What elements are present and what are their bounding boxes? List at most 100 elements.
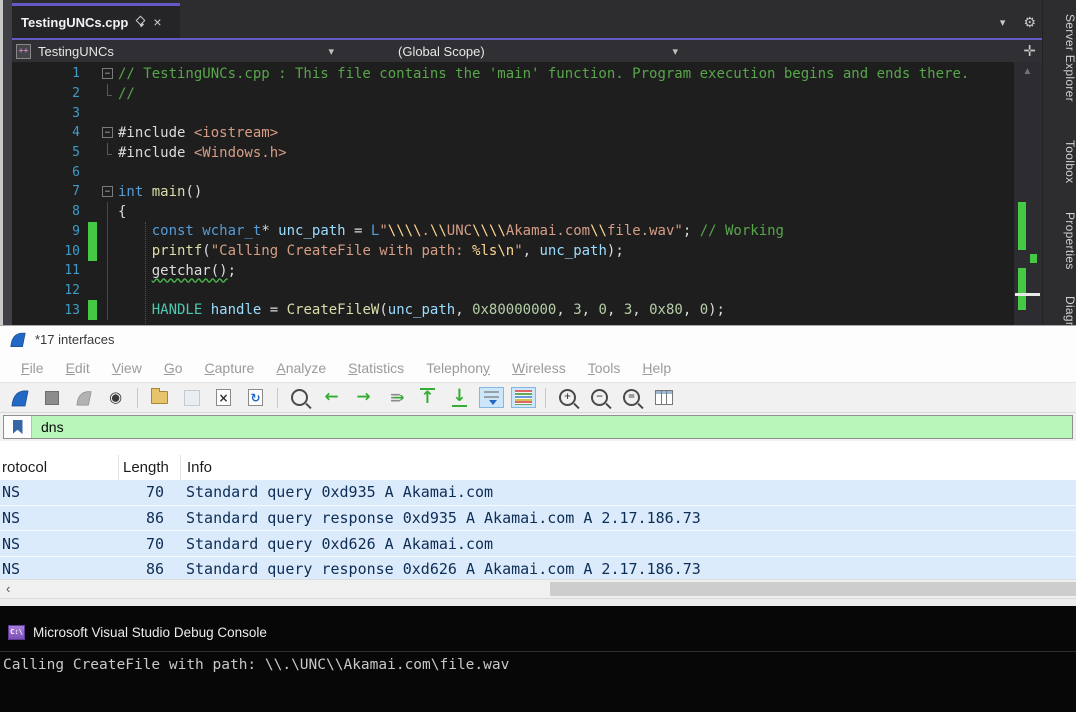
close-file-icon[interactable]: ×: [210, 386, 237, 410]
code-token: 3: [624, 302, 632, 318]
editor-options-gear-icon[interactable]: ⚙: [1023, 16, 1036, 29]
packet-protocol: NS: [0, 535, 118, 553]
code-editor[interactable]: 1// TestingUNCs.cpp : This file contains…: [12, 62, 1013, 325]
go-forward-icon[interactable]: →: [350, 386, 377, 410]
code-token: \n: [497, 243, 514, 259]
code-line: 3: [12, 103, 1013, 123]
go-to-packet-icon[interactable]: ≡→: [382, 386, 409, 410]
find-packet-icon[interactable]: [286, 386, 313, 410]
line-number: 8: [12, 204, 80, 219]
zoom-in-icon[interactable]: +: [554, 386, 581, 410]
vs-side-panel-tabs: Server ExplorerToolboxPropertiesDiagnost…: [1042, 0, 1076, 325]
go-back-icon[interactable]: ←: [318, 386, 345, 410]
go-bottom-icon[interactable]: ↓: [446, 386, 473, 410]
wireshark-menu-bar: FileEditViewGoCaptureAnalyzeStatisticsTe…: [0, 353, 1076, 382]
packet-info: Standard query response 0xd626 A Akamai.…: [180, 560, 1076, 578]
pin-tab-icon[interactable]: [135, 16, 146, 28]
fold-guide: [102, 241, 116, 261]
wireshark-toolbar: ◉ ×↻ ←→≡→↑↓ +−=: [0, 382, 1076, 413]
menu-go[interactable]: Go: [153, 360, 194, 376]
packet-length: 70: [118, 535, 180, 553]
packet-length: 86: [118, 509, 180, 527]
code-token: unc_path: [278, 223, 345, 239]
code-token: *: [261, 223, 278, 239]
fold-guide: [102, 222, 116, 242]
open-file-icon[interactable]: [146, 386, 173, 410]
column-header-protocol[interactable]: rotocol: [0, 455, 118, 480]
project-dropdown[interactable]: ++ TestingUNCs ▾: [12, 40, 342, 62]
column-header-info[interactable]: Info: [180, 455, 1076, 480]
change-bar-empty: [88, 182, 97, 202]
scrollbar-position-indicator[interactable]: [1015, 293, 1040, 296]
packet-row[interactable]: NS70Standard query 0xd626 A Akamai.com: [0, 531, 1076, 557]
resize-columns-icon[interactable]: [650, 386, 677, 410]
zoom-out-icon[interactable]: −: [586, 386, 613, 410]
auto-scroll-icon[interactable]: [478, 386, 505, 410]
menu-file[interactable]: File: [10, 360, 55, 376]
stop-capture-icon[interactable]: [38, 386, 65, 410]
code-token: (: [379, 302, 387, 318]
tab-overflow-chevron-icon[interactable]: ▾: [1000, 16, 1006, 29]
menu-tools[interactable]: Tools: [577, 360, 632, 376]
menu-wireless[interactable]: Wireless: [501, 360, 577, 376]
restart-capture-icon[interactable]: [70, 386, 97, 410]
hscroll-thumb[interactable]: [550, 582, 1076, 596]
menu-capture[interactable]: Capture: [194, 360, 266, 376]
packet-row[interactable]: NS70Standard query 0xd935 A Akamai.com: [0, 480, 1076, 506]
menu-view[interactable]: View: [101, 360, 153, 376]
capture-options-icon[interactable]: ◉: [102, 386, 129, 410]
go-top-icon[interactable]: ↑: [414, 386, 441, 410]
editor-scrollbar[interactable]: ▲: [1013, 62, 1041, 325]
code-token: );: [708, 302, 725, 318]
change-bar-empty: [88, 281, 97, 301]
code-token: <Windows.h>: [194, 145, 287, 161]
split-window-icon[interactable]: ✛: [1023, 45, 1036, 57]
packet-row[interactable]: NS86Standard query response 0xd935 A Aka…: [0, 506, 1076, 532]
code-token: \\: [430, 223, 447, 239]
hscroll-left-arrow-icon[interactable]: ‹: [6, 581, 10, 596]
code-token: \\\\: [388, 223, 422, 239]
menu-edit[interactable]: Edit: [55, 360, 101, 376]
side-tab-properties[interactable]: Properties: [1043, 212, 1076, 270]
code-token: %ls: [472, 243, 497, 259]
fold-collapse-icon[interactable]: [102, 64, 116, 84]
packet-protocol: NS: [0, 560, 118, 578]
fold-collapse-icon[interactable]: [102, 182, 116, 202]
side-tab-server-explorer[interactable]: Server Explorer: [1043, 14, 1076, 102]
scope-dropdown[interactable]: (Global Scope) ▾: [356, 40, 686, 62]
side-tab-toolbox[interactable]: Toolbox: [1043, 140, 1076, 183]
start-capture-icon[interactable]: [6, 386, 33, 410]
code-token: (: [202, 243, 210, 259]
code-line: 8{: [12, 202, 1013, 222]
menu-telephony[interactable]: Telephony: [415, 360, 501, 376]
code-token: <iostream>: [194, 125, 278, 141]
code-token: "Calling CreateFile with path:: [211, 243, 472, 259]
display-filter-input[interactable]: dns: [3, 415, 1073, 439]
column-header-length[interactable]: Length: [118, 455, 180, 480]
code-text: // TestingUNCs.cpp : This file contains …: [118, 66, 969, 82]
filter-bookmark-button[interactable]: [4, 416, 32, 438]
menu-statistics[interactable]: Statistics: [337, 360, 415, 376]
editor-tab-testinguncs[interactable]: TestingUNCs.cpp ×: [12, 3, 180, 38]
zoom-reset-icon[interactable]: =: [618, 386, 645, 410]
line-number: 6: [12, 165, 80, 180]
packet-list-hscrollbar[interactable]: ‹: [0, 579, 1076, 598]
colorize-icon[interactable]: [510, 386, 537, 410]
menu-analyze[interactable]: Analyze: [265, 360, 337, 376]
scrollbar-up-arrow-icon[interactable]: ▲: [1014, 66, 1041, 77]
code-text: int main(): [118, 184, 202, 200]
save-file-icon[interactable]: [178, 386, 205, 410]
change-bar-empty: [88, 202, 97, 222]
fold-collapse-icon[interactable]: [102, 123, 116, 143]
packet-list-top-gap: [0, 441, 1076, 456]
fold-guide: [102, 84, 116, 104]
wireshark-title: *17 interfaces: [35, 332, 115, 347]
menu-help[interactable]: Help: [631, 360, 682, 376]
toolbar-separator: [277, 388, 278, 408]
bookmark-icon: [13, 420, 23, 434]
close-tab-icon[interactable]: ×: [153, 15, 161, 29]
scope-dropdown-chevron-icon: ▾: [672, 45, 678, 58]
code-token: 0x80000000: [472, 302, 556, 318]
packet-list-header: rotocol Length Info: [0, 455, 1076, 481]
reload-file-icon[interactable]: ↻: [242, 386, 269, 410]
